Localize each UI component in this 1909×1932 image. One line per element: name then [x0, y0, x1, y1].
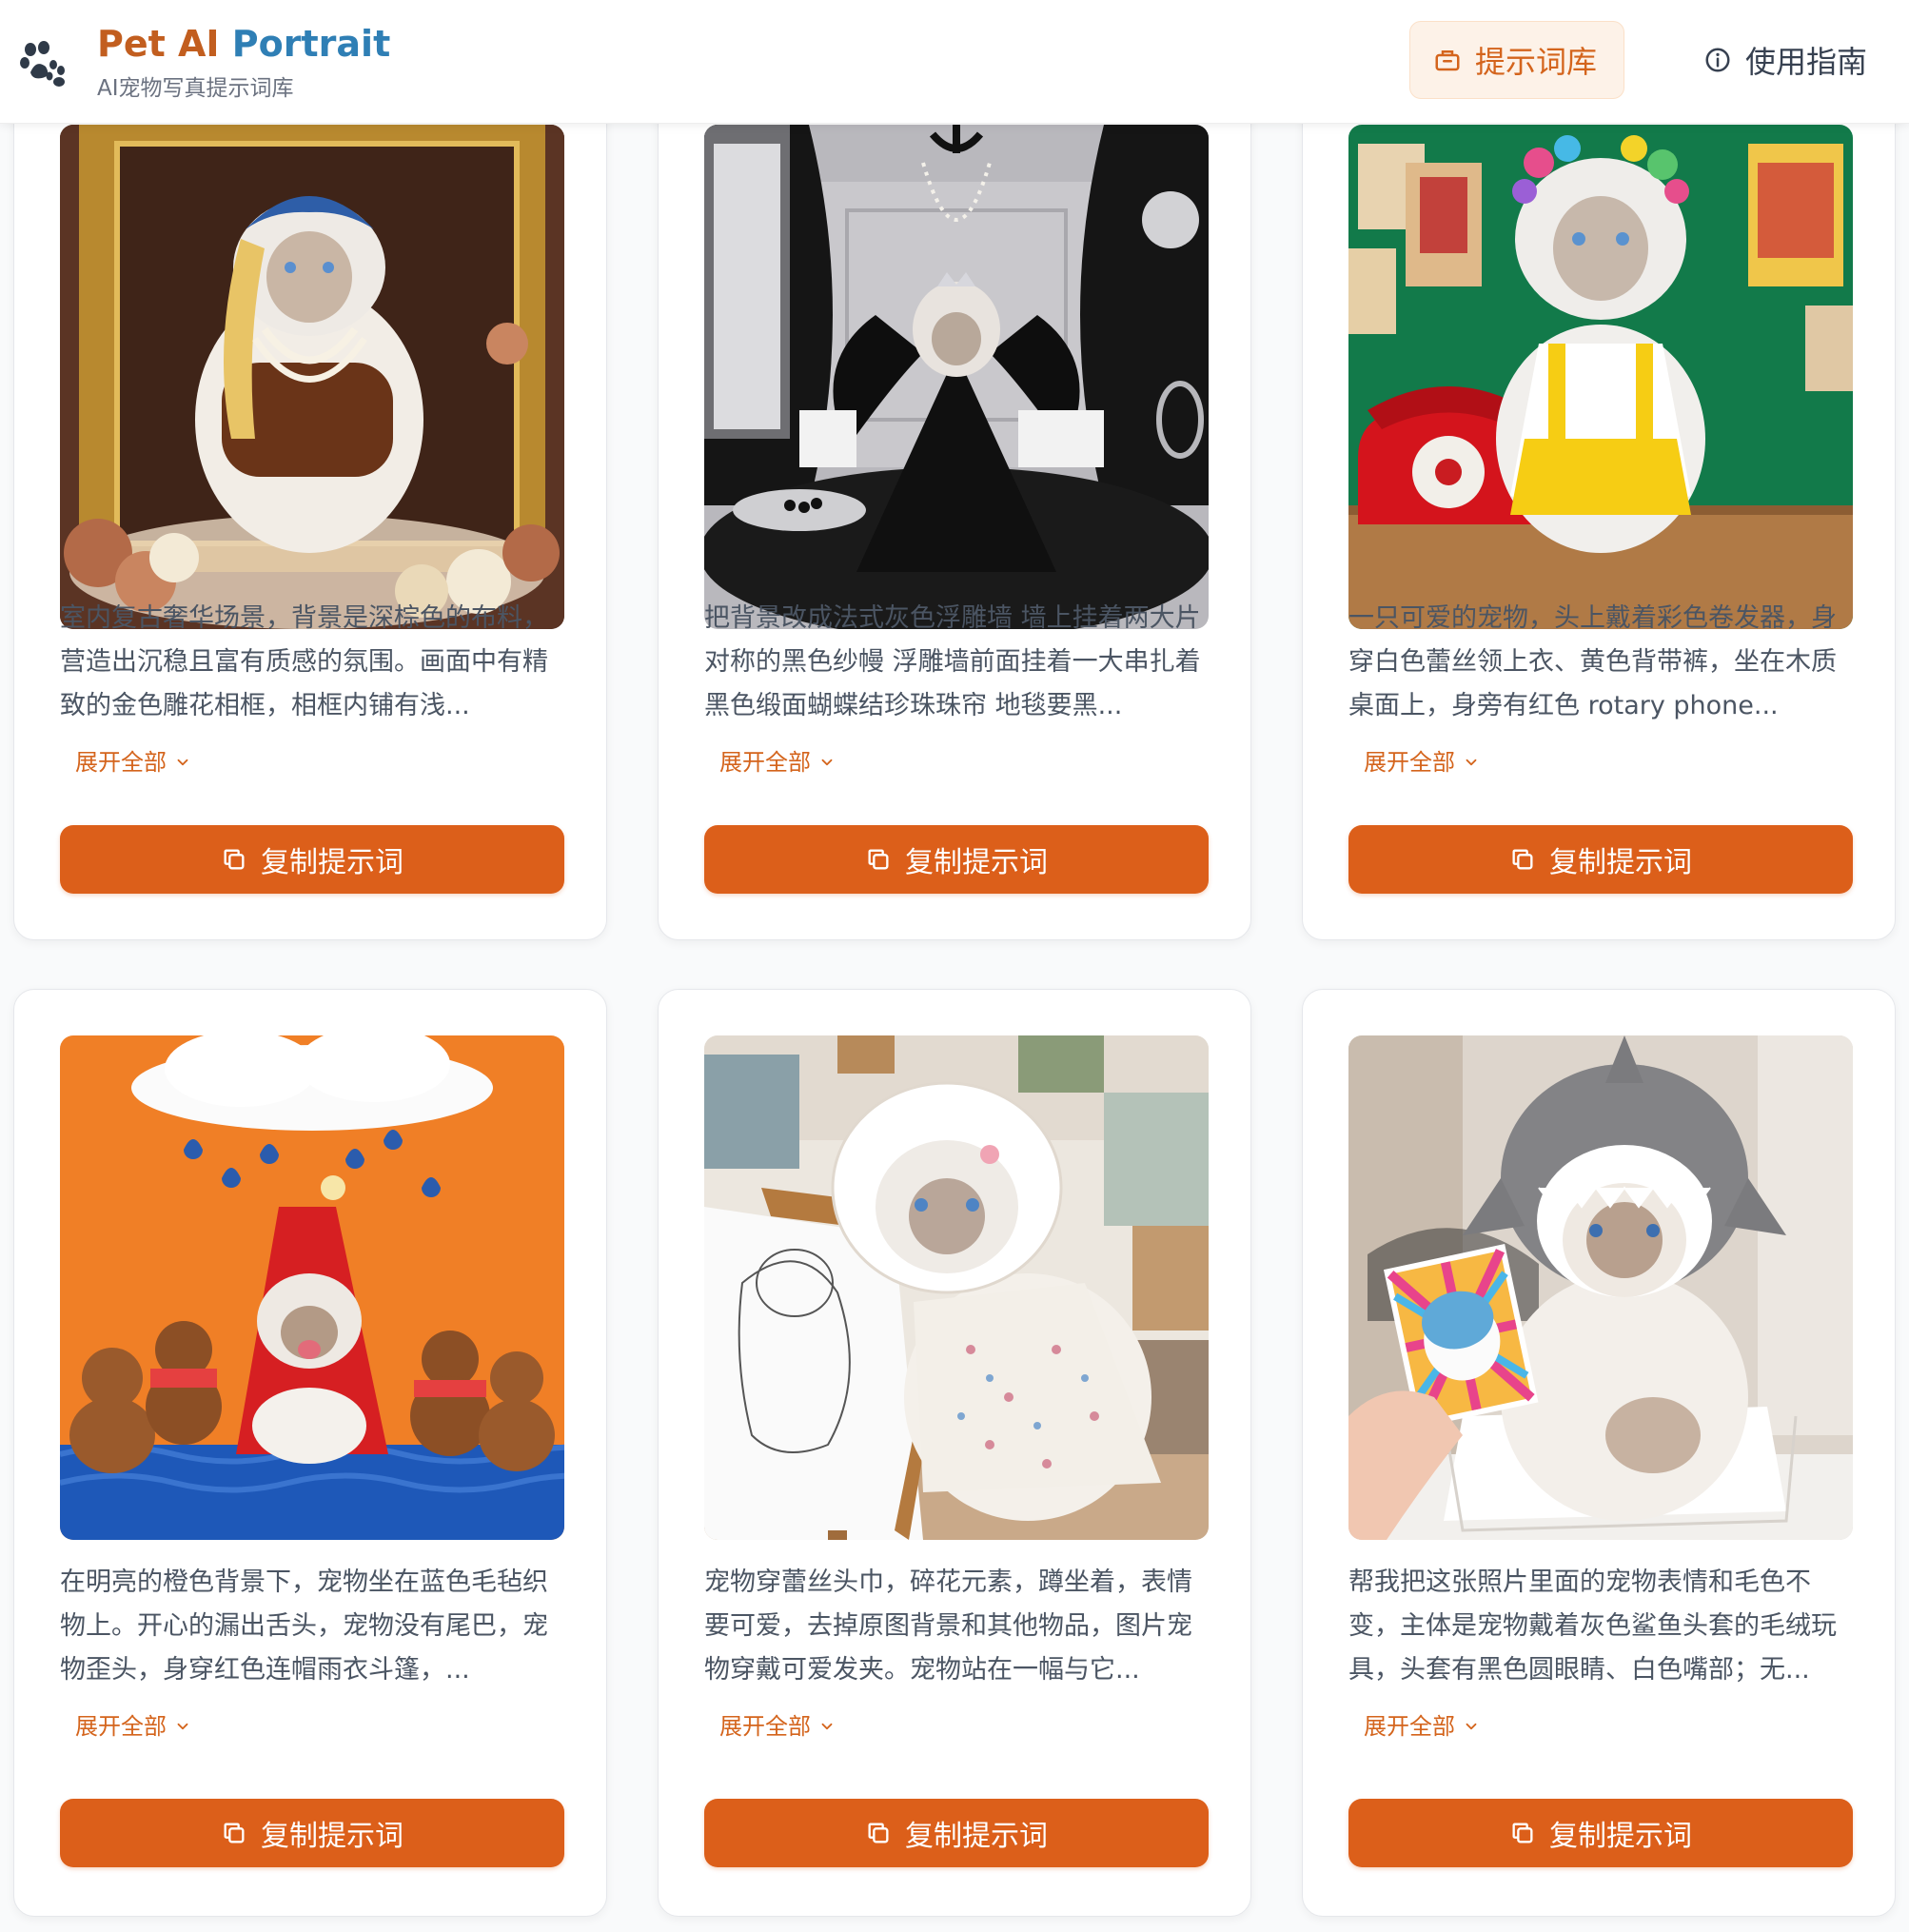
prompt-description: 一只可爱的宠物，头上戴着彩色卷发器，身穿白色蕾丝领上衣、黄色背带裤，坐在木质桌面… — [1348, 603, 1837, 720]
copy-prompt-label: 复制提示词 — [1549, 1820, 1692, 1853]
expand-all-toggle[interactable]: 展开全部 — [1364, 1711, 1480, 1742]
nav-prompt-library-label: 提示词库 — [1475, 44, 1598, 80]
copy-prompt-button[interactable]: 复制提示词 — [1348, 1799, 1853, 1867]
copy-prompt-label: 复制提示词 — [905, 846, 1048, 879]
copy-prompt-button[interactable]: 复制提示词 — [704, 1799, 1209, 1867]
nav-user-guide[interactable]: 使用指南 — [1703, 21, 1894, 99]
prompt-card: 宠物穿蕾丝头巾，碎花元素，蹲坐着，表情要可爱，去掉原图背景和其他物品，图片宠物穿… — [658, 989, 1251, 1917]
expand-label: 展开全部 — [1364, 749, 1455, 776]
copy-prompt-button[interactable]: 复制提示词 — [60, 825, 564, 894]
top-navbar: Pet AI Portrait AI宠物写真提示词库 提示词库 使用指南 — [0, 0, 1909, 124]
brand-subtitle: AI宠物写真提示词库 — [97, 76, 294, 101]
paw-icon[interactable] — [17, 38, 69, 89]
chevron-down-icon — [821, 759, 833, 766]
brand-title-accent: Portrait — [231, 23, 391, 65]
prompt-description: 宠物穿蕾丝头巾，碎花元素，蹲坐着，表情要可爱，去掉原图背景和其他物品，图片宠物穿… — [704, 1567, 1192, 1685]
expand-all-toggle[interactable]: 展开全部 — [75, 747, 191, 778]
chevron-down-icon — [1466, 759, 1477, 766]
copy-icon — [224, 1823, 245, 1843]
chevron-down-icon — [821, 1723, 833, 1730]
card-image[interactable] — [1348, 125, 1853, 629]
expand-all-toggle[interactable]: 展开全部 — [719, 1711, 836, 1742]
prompt-description: 在明亮的橙色背景下，宠物坐在蓝色毛毡织物上。开心的漏出舌头，宠物没有尾巴，宠物歪… — [60, 1567, 548, 1685]
expand-label: 展开全部 — [1364, 1713, 1455, 1740]
copy-prompt-label: 复制提示词 — [261, 1820, 403, 1853]
copy-prompt-label: 复制提示词 — [1549, 846, 1692, 879]
brand-title[interactable]: Pet AI Portrait — [97, 21, 390, 67]
card-image[interactable] — [704, 125, 1209, 629]
copy-prompt-button[interactable]: 复制提示词 — [60, 1799, 564, 1867]
prompt-description: 把背景改成法式灰色浮雕墙 墙上挂着两大片对称的黑色纱幔 浮雕墙前面挂着一大串扎着… — [704, 603, 1201, 720]
expand-all-toggle[interactable]: 展开全部 — [719, 747, 836, 778]
prompt-card: 室内复古奢华场景，背景是深棕色的布料，营造出沉稳且富有质感的氛围。画面中有精致的… — [13, 78, 607, 940]
copy-prompt-button[interactable]: 复制提示词 — [1348, 825, 1853, 894]
prompt-description: 室内复古奢华场景，背景是深棕色的布料，营造出沉稳且富有质感的氛围。画面中有精致的… — [60, 603, 548, 720]
expand-all-toggle[interactable]: 展开全部 — [75, 1711, 191, 1742]
copy-icon — [868, 1823, 889, 1843]
copy-prompt-button[interactable]: 复制提示词 — [704, 825, 1209, 894]
copy-prompt-label: 复制提示词 — [905, 1820, 1048, 1853]
expand-label: 展开全部 — [719, 749, 811, 776]
prompt-card-grid: 室内复古奢华场景，背景是深棕色的布料，营造出沉稳且富有质感的氛围。画面中有精致的… — [0, 0, 1909, 1932]
copy-icon — [224, 849, 245, 870]
nav-user-guide-label: 使用指南 — [1745, 44, 1868, 80]
copy-icon — [868, 849, 889, 870]
expand-all-toggle[interactable]: 展开全部 — [1364, 747, 1480, 778]
prompt-card: 帮我把这张照片里面的宠物表情和毛色不变，主体是宠物戴着灰色鲨鱼头套的毛绒玩具，头… — [1302, 989, 1896, 1917]
card-image[interactable] — [60, 125, 564, 629]
card-image[interactable] — [60, 1035, 564, 1540]
prompt-card: 把背景改成法式灰色浮雕墙 墙上挂着两大片对称的黑色纱幔 浮雕墙前面挂着一大串扎着… — [658, 78, 1251, 940]
copy-icon — [1512, 1823, 1533, 1843]
library-icon — [1435, 50, 1460, 71]
info-icon — [1705, 48, 1730, 72]
brand-title-main: Pet AI — [97, 23, 232, 65]
expand-label: 展开全部 — [75, 1713, 167, 1740]
prompt-description: 帮我把这张照片里面的宠物表情和毛色不变，主体是宠物戴着灰色鲨鱼头套的毛绒玩具，头… — [1348, 1567, 1837, 1685]
prompt-card: 一只可爱的宠物，头上戴着彩色卷发器，身穿白色蕾丝领上衣、黄色背带裤，坐在木质桌面… — [1302, 78, 1896, 940]
chevron-down-icon — [177, 759, 188, 766]
card-image[interactable] — [1348, 1035, 1853, 1540]
nav-prompt-library[interactable]: 提示词库 — [1409, 21, 1624, 99]
copy-prompt-label: 复制提示词 — [261, 846, 403, 879]
copy-icon — [1512, 849, 1533, 870]
expand-label: 展开全部 — [75, 749, 167, 776]
prompt-card: 在明亮的橙色背景下，宠物坐在蓝色毛毡织物上。开心的漏出舌头，宠物没有尾巴，宠物歪… — [13, 989, 607, 1917]
expand-label: 展开全部 — [719, 1713, 811, 1740]
chevron-down-icon — [1466, 1723, 1477, 1730]
chevron-down-icon — [177, 1723, 188, 1730]
card-image[interactable] — [704, 1035, 1209, 1540]
